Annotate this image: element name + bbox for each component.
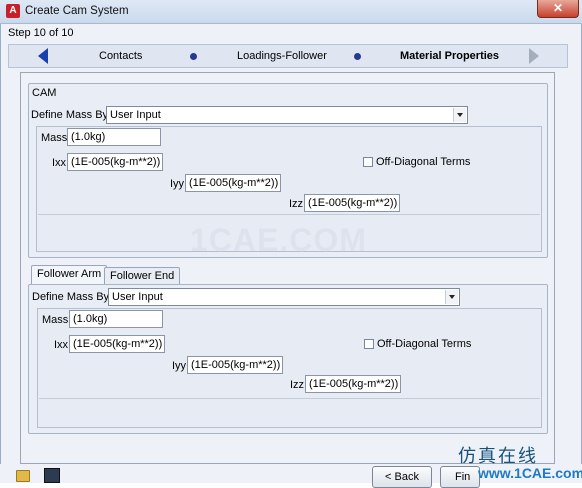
cam-group-title: CAM (32, 87, 57, 99)
wizard-step-contacts[interactable]: Contacts (99, 50, 142, 62)
cam-divider (38, 214, 540, 215)
tab-follower-end[interactable]: Follower End (104, 267, 181, 285)
cam-off-diagonal-label: Off-Diagonal Terms (376, 156, 471, 168)
follower-mass-input[interactable]: (1.0kg) (69, 310, 163, 328)
save-disk-icon[interactable] (44, 468, 60, 483)
follower-ixx-label: Ixx (54, 339, 69, 351)
cam-define-mass-select[interactable]: User Input (106, 106, 468, 124)
cam-mass-label: Mass (41, 132, 68, 144)
window-title: Create Cam System (25, 5, 129, 17)
follower-iyy-label: Iyy (172, 360, 187, 372)
follower-mass-label: Mass (42, 314, 69, 326)
chevron-down-icon[interactable] (445, 290, 458, 304)
follower-off-diagonal-checkbox[interactable] (364, 339, 374, 349)
follower-izz-input[interactable]: (1E-005(kg-m**2)) (305, 375, 401, 393)
cam-iyy-label: Iyy (170, 178, 185, 190)
open-folder-icon[interactable] (16, 470, 30, 482)
step-separator-dot-icon (190, 53, 197, 60)
back-button[interactable]: < Back (372, 466, 432, 488)
previous-step-arrow-icon[interactable] (38, 48, 48, 64)
brand-watermark-url: www.1CAE.com (478, 465, 582, 481)
cam-off-diagonal-checkbox[interactable] (363, 157, 373, 167)
follower-divider (39, 398, 540, 399)
cam-iyy-input[interactable]: (1E-005(kg-m**2)) (185, 174, 281, 192)
follower-define-mass-label: Define Mass By (32, 291, 110, 303)
cam-ixx-input[interactable]: (1E-005(kg-m**2)) (67, 153, 163, 171)
next-step-arrow-icon[interactable] (529, 48, 539, 64)
step-separator-dot-icon (354, 53, 361, 60)
finish-button[interactable]: Fin (440, 466, 480, 488)
tab-follower-arm[interactable]: Follower Arm (31, 265, 108, 285)
step-indicator: Step 10 of 10 (8, 27, 74, 39)
follower-iyy-input[interactable]: (1E-005(kg-m**2)) (187, 356, 283, 374)
wizard-step-loadings-follower[interactable]: Loadings-Follower (237, 50, 327, 62)
cam-izz-label: Izz (289, 198, 304, 210)
cam-mass-input[interactable]: (1.0kg) (67, 128, 161, 146)
close-button[interactable]: ✕ (537, 0, 579, 18)
cam-define-mass-label: Define Mass By (31, 109, 109, 121)
chevron-down-icon[interactable] (453, 108, 466, 122)
watermark-text: 1CAE.COM (190, 222, 367, 258)
cam-ixx-label: Ixx (52, 157, 67, 169)
follower-define-mass-value: User Input (112, 291, 163, 303)
follower-ixx-input[interactable]: (1E-005(kg-m**2)) (69, 335, 165, 353)
app-logo-icon: A (6, 4, 20, 18)
follower-off-diagonal-label: Off-Diagonal Terms (377, 338, 472, 350)
follower-izz-label: Izz (290, 379, 305, 391)
follower-define-mass-select[interactable]: User Input (108, 288, 460, 306)
cam-define-mass-value: User Input (110, 109, 161, 121)
cam-izz-input[interactable]: (1E-005(kg-m**2)) (304, 194, 400, 212)
wizard-step-material-properties[interactable]: Material Properties (400, 50, 499, 62)
